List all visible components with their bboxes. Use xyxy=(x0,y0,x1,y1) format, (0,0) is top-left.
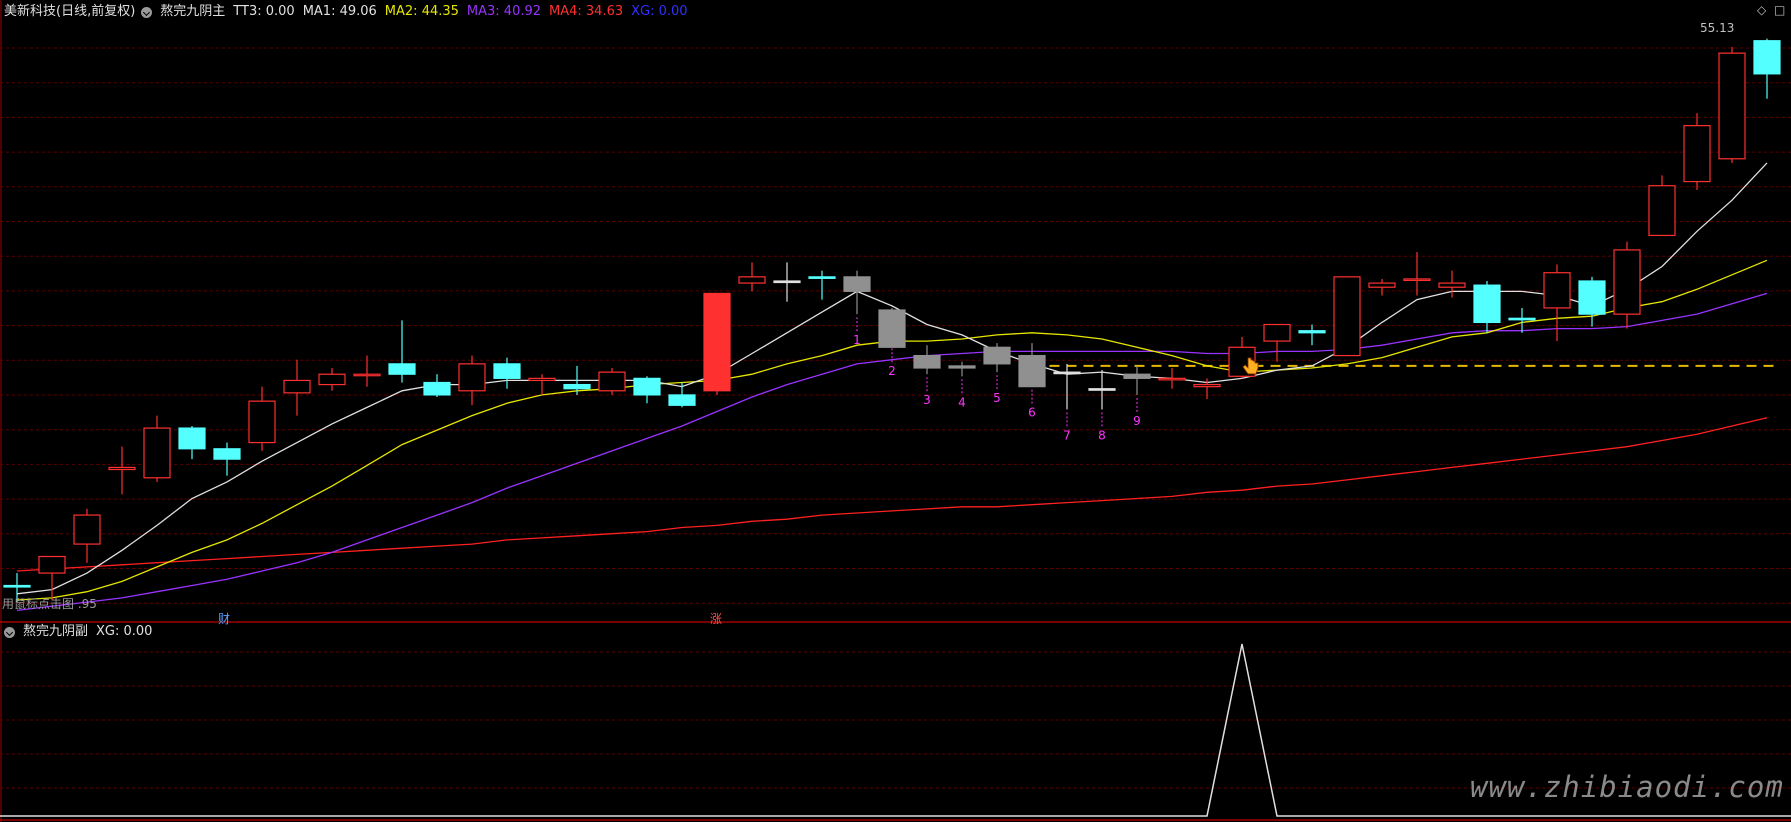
candle-body xyxy=(1438,282,1466,288)
candle-body xyxy=(1543,272,1571,309)
count-label: 8 xyxy=(1098,428,1106,442)
price-min-label: 用鼠标点击图 .95 xyxy=(2,597,97,611)
candle-body xyxy=(143,427,171,479)
candle-body xyxy=(1473,284,1501,324)
candle-body xyxy=(1123,373,1151,379)
candle-body xyxy=(913,354,941,369)
finance-marker[interactable]: 财 xyxy=(218,610,230,627)
candle-body xyxy=(493,363,521,379)
candle-body xyxy=(1508,317,1536,321)
window-box-icon[interactable]: □ xyxy=(1774,3,1785,17)
candle-body xyxy=(178,427,206,450)
candle-body xyxy=(283,379,311,394)
candle-body xyxy=(1333,276,1361,357)
indicator-value: MA4: 34.63 xyxy=(549,4,624,19)
main-indicator-name[interactable]: 熬完九阴主 xyxy=(160,2,225,22)
sub-chart-header: 熬完九阴副 XG: 0.00 xyxy=(4,622,160,642)
candle-body xyxy=(983,346,1011,365)
kline-terminal: 1 2 3 4 5 6 7 8 9 美新科技(日线,前复权) 熬完九阴主 TT3: 0.00 MA… xyxy=(0,0,1791,822)
candle-body xyxy=(73,514,101,545)
main-chart-header: 美新科技(日线,前复权) 熬完九阴主 TT3: 0.00 MA1: 49.06 MA… xyxy=(4,2,696,22)
symbol-title: 美新科技(日线,前复权) xyxy=(4,4,136,19)
candle-body xyxy=(598,371,626,392)
main-indicator-values: TT3: 0.00 MA1: 49.06 MA2: 44.35 MA3: 40.92 M… xyxy=(233,2,695,22)
candle-body xyxy=(528,377,556,382)
candle-body xyxy=(1683,125,1711,183)
candle-body xyxy=(1088,388,1116,391)
candle-body xyxy=(1578,280,1606,315)
count-label: 1 xyxy=(853,333,861,347)
candle-body xyxy=(1018,354,1046,388)
candle-body xyxy=(388,363,416,375)
candle-body xyxy=(703,292,731,392)
sub-indicator-name[interactable]: 熬完九阴副 xyxy=(23,622,88,642)
sub-indicator-values: XG: 0.00 xyxy=(96,622,160,642)
candle-body xyxy=(1263,323,1291,342)
candle-body xyxy=(1403,278,1431,282)
ma1-line xyxy=(16,162,1768,595)
price-max-label: 55.13 xyxy=(1700,21,1735,35)
indicator-value: MA3: 40.92 xyxy=(466,4,542,19)
ma4-line xyxy=(16,417,1768,572)
indicator-value: XG: 0.00 xyxy=(631,4,688,19)
candle-body xyxy=(1368,282,1396,288)
count-label: 2 xyxy=(888,364,896,378)
chevron-down-icon[interactable] xyxy=(141,6,153,18)
count-label: 5 xyxy=(993,391,1001,405)
diamond-icon[interactable]: ◇ xyxy=(1757,3,1766,17)
candle-body xyxy=(38,555,66,574)
candle-body xyxy=(773,280,801,284)
indicator-value: MA1: 49.06 xyxy=(302,4,377,19)
candle-body xyxy=(423,381,451,396)
count-label: 7 xyxy=(1063,428,1071,442)
chevron-down-icon[interactable] xyxy=(4,626,15,638)
candle-body xyxy=(843,276,871,292)
candle-body xyxy=(1053,371,1081,375)
candle-body xyxy=(1753,40,1781,75)
indicator-value: MA2: 44.35 xyxy=(384,4,459,19)
candle-body xyxy=(948,365,976,369)
watermark: www.zhibiaodi.com xyxy=(1470,770,1784,804)
count-label: 4 xyxy=(958,395,966,409)
count-label: 3 xyxy=(923,393,931,407)
candle-body xyxy=(318,373,346,386)
candle-body xyxy=(1193,383,1221,388)
candle-body xyxy=(248,400,276,444)
candle-body xyxy=(668,394,696,406)
candle-body xyxy=(458,363,486,392)
count-label: 9 xyxy=(1133,414,1141,428)
candle-body xyxy=(353,373,381,377)
indicator-value: XG: 0.00 xyxy=(96,624,153,639)
candle-body xyxy=(1298,330,1326,334)
candle-body xyxy=(878,309,906,348)
candle-body xyxy=(3,584,31,588)
indicator-value: TT3: 0.00 xyxy=(233,4,295,19)
candle-body xyxy=(738,276,766,284)
limit-up-marker[interactable]: 涨 xyxy=(710,610,722,627)
candle-body xyxy=(213,448,241,460)
kline-chart[interactable]: 1 2 3 4 5 6 7 8 9 xyxy=(0,0,1791,822)
candle-body xyxy=(633,377,661,396)
candle-body xyxy=(1613,249,1641,315)
count-label: 6 xyxy=(1028,406,1036,420)
candle-body xyxy=(1648,185,1676,237)
candle-body xyxy=(1158,377,1186,381)
candle-body xyxy=(1718,52,1746,160)
candle-body xyxy=(108,466,136,471)
candle-body xyxy=(808,276,836,279)
candle-body xyxy=(563,383,591,390)
